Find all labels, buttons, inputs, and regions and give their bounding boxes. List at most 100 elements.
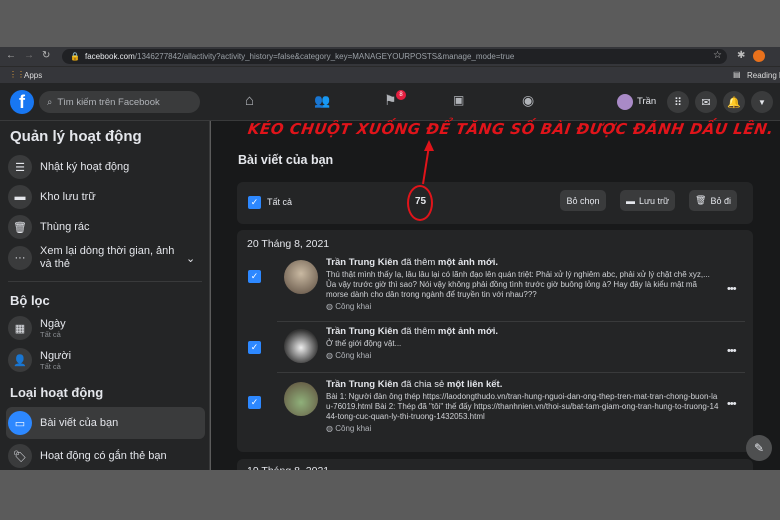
select-all-checkbox[interactable]: ✓ <box>248 196 261 209</box>
post-action: đã chia sẻ <box>400 379 445 390</box>
page-title: Bài viết của bạn <box>238 153 334 167</box>
lock-icon: 🔒 <box>70 52 80 61</box>
friends-icon[interactable]: 👥 <box>314 93 330 109</box>
activity-type-heading: Loại hoạt động <box>10 385 104 400</box>
archive-button[interactable]: ▬ Lưu trữ <box>620 190 675 211</box>
sidebar-item-label: Xem lại dòng thời gian, ảnh và thẻ <box>40 245 175 270</box>
facebook-logo[interactable]: f <box>10 90 34 114</box>
address-bar[interactable]: 🔒 facebook.com/1346277842/allactivity?act… <box>62 49 727 64</box>
sidebar-item-tagged-activity[interactable]: 🏷 Hoạt động có gắn thẻ bạn <box>8 444 167 468</box>
sidebar-item-activity-log[interactable]: ☰ Nhật ký hoạt động <box>8 155 129 179</box>
extensions-icon[interactable]: ✱ <box>737 50 745 61</box>
more-icon: ··· <box>8 246 32 270</box>
watch-icon[interactable]: ▣ <box>453 93 464 107</box>
date-group: 20 Tháng 8, 2021 ✓ Trần Trung Kiên đã th… <box>237 230 753 452</box>
apps-bookmark[interactable]: Apps <box>24 71 42 80</box>
divider <box>277 321 745 322</box>
post-thumbnail <box>284 382 318 416</box>
person-icon: 👤 <box>8 348 32 372</box>
star-icon[interactable]: ☆ <box>713 50 722 61</box>
post-text: Bài 1: Người đàn ông thép https://laodon… <box>326 392 719 421</box>
search-input[interactable]: ⌕ Tìm kiếm trên Facebook <box>39 91 200 113</box>
globe-icon: ◍ <box>326 351 333 360</box>
sidebar-item-trash[interactable]: 🗑 Thùng rác <box>8 215 90 239</box>
search-icon: ⌕ <box>47 96 53 108</box>
post-thumbnail <box>284 329 318 363</box>
avatar[interactable] <box>617 94 633 110</box>
divider <box>8 281 202 282</box>
profile-icon[interactable] <box>753 50 765 62</box>
reload-icon[interactable]: ↻ <box>42 50 50 61</box>
archive-icon: ▬ <box>625 195 635 206</box>
url-path: /1346277842/allactivity?activity_history… <box>134 52 515 61</box>
post-content: Trần Trung Kiên đã thêm một ảnh mới. Ở th… <box>326 327 721 361</box>
globe-icon: ◍ <box>326 302 333 311</box>
home-icon[interactable]: ⌂ <box>245 92 254 109</box>
select-all-label: Tất cả <box>267 197 293 207</box>
search-placeholder: Tìm kiếm trên Facebook <box>57 96 160 108</box>
post-checkbox[interactable]: ✓ <box>248 341 261 354</box>
tag-icon: 🏷 <box>8 444 32 468</box>
post-thumbnail <box>284 260 318 294</box>
archive-label: Lưu trữ <box>638 195 670 206</box>
account-chevron-icon[interactable]: ▼ <box>751 91 773 113</box>
sidebar-item-label: Nhật ký hoạt động <box>40 161 130 173</box>
bookmarks-bar: ⋮⋮ Apps ▤ Reading lis <box>0 66 780 83</box>
forward-icon[interactable]: → <box>24 50 34 61</box>
reading-list-icon[interactable]: ▤ <box>733 70 741 79</box>
divider <box>277 372 745 373</box>
post-bubble-icon: ▭ <box>8 411 32 435</box>
filter-value: Tất cả <box>40 329 61 339</box>
post-object[interactable]: một ảnh mới. <box>438 257 498 268</box>
messenger-icon[interactable]: ✉ <box>695 91 717 113</box>
apps-icon[interactable]: ⋮⋮ <box>9 70 25 79</box>
annotation-arrow <box>422 140 434 185</box>
chevron-down-icon: ⌄ <box>186 252 196 265</box>
post-author[interactable]: Trần Trung Kiên <box>326 379 398 390</box>
more-options-icon[interactable]: ••• <box>727 283 737 295</box>
post-checkbox[interactable]: ✓ <box>248 396 261 409</box>
profile-name[interactable]: Trần <box>637 96 656 107</box>
menu-grid-icon[interactable]: ⠿ <box>667 91 689 113</box>
remove-button[interactable]: 🗑 Bỏ đi <box>689 190 737 211</box>
globe-icon: ◍ <box>326 424 333 433</box>
sidebar-item-label: Hoạt động có gắn thẻ bạn <box>40 450 167 462</box>
bulk-action-bar: ✓ Tất cả 75 Bỏ chọn ▬ Lưu trữ 🗑 Bỏ đi <box>237 182 753 224</box>
sidebar-item-label: Thùng rác <box>40 221 90 233</box>
pages-flag-icon[interactable]: ⚑ <box>384 92 397 109</box>
more-options-icon[interactable]: ••• <box>727 398 737 410</box>
filter-person[interactable]: 👤 Người Tất cả <box>8 348 71 372</box>
sidebar-item-review-timeline[interactable]: ··· Xem lại dòng thời gian, ảnh và thẻ ⌄ <box>8 245 200 271</box>
reading-list[interactable]: Reading lis <box>747 71 780 80</box>
archive-icon: ▬ <box>8 185 32 209</box>
filter-label: Ngày <box>40 317 66 330</box>
post-author[interactable]: Trần Trung Kiên <box>326 257 398 268</box>
notifications-bell-icon[interactable]: 🔔 <box>723 91 745 113</box>
trash-icon: 🗑 <box>8 215 32 239</box>
privacy-label: Công khai <box>335 424 372 433</box>
filter-date[interactable]: ▦ Ngày Tất cả <box>8 316 66 340</box>
filter-value: Tất cả <box>40 361 61 371</box>
groups-icon[interactable]: ◉ <box>522 92 534 109</box>
annotation-text: KÉO CHUỘT XUỐNG ĐỂ TĂNG SỐ BÀI ĐƯỢC ĐÁNH… <box>246 120 775 138</box>
notification-badge: 8 <box>396 90 406 100</box>
compose-icon[interactable]: ✎ <box>746 435 772 461</box>
more-options-icon[interactable]: ••• <box>727 345 737 357</box>
post-object[interactable]: một liên kết. <box>447 379 502 390</box>
date-heading: 20 Tháng 8, 2021 <box>247 238 330 250</box>
post-object[interactable]: một ảnh mới. <box>438 326 498 337</box>
deselect-button[interactable]: Bỏ chọn <box>560 190 606 211</box>
trash-icon: 🗑 <box>695 195 707 205</box>
post-author[interactable]: Trần Trung Kiên <box>326 326 398 337</box>
sidebar-item-your-posts[interactable]: ▭ Bài viết của bạn <box>8 411 118 435</box>
post-checkbox[interactable]: ✓ <box>248 270 261 283</box>
sidebar-item-archive[interactable]: ▬ Kho lưu trữ <box>8 185 96 209</box>
post-content: Trần Trung Kiên đã thêm một ảnh mới. Thú … <box>326 258 721 312</box>
back-icon[interactable]: ← <box>6 50 16 61</box>
privacy-label: Công khai <box>335 351 372 360</box>
sidebar: Quản lý hoạt động ☰ Nhật ký hoạt động ▬ Kh… <box>0 121 210 470</box>
filter-label: Người <box>40 349 72 362</box>
sidebar-title: Quản lý hoạt động <box>10 128 142 145</box>
remove-label: Bỏ đi <box>710 195 731 206</box>
calendar-icon: ▦ <box>8 316 32 340</box>
